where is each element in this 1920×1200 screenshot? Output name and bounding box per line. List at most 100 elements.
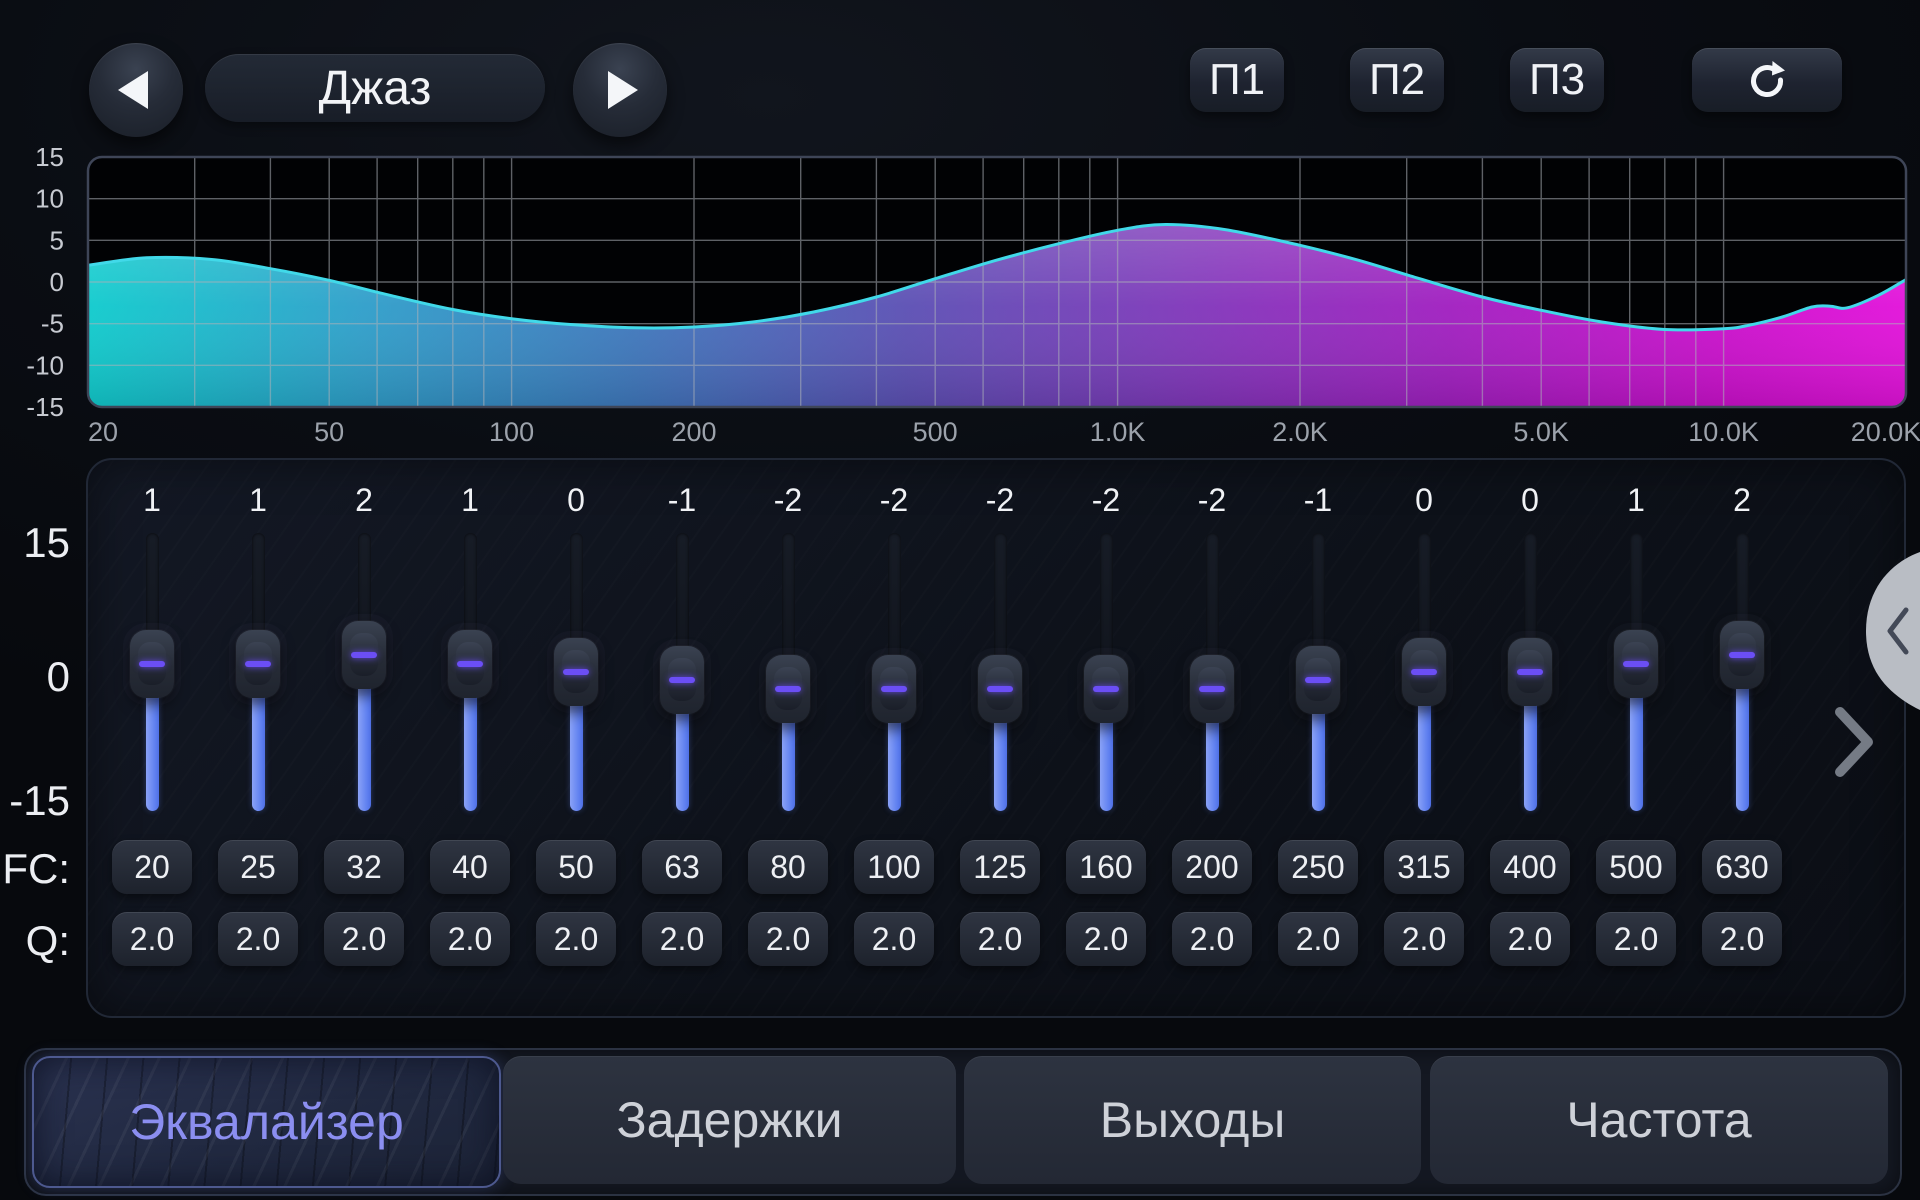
band-q-button[interactable]: 2.0 [748, 912, 828, 966]
band-slider-thumb[interactable] [1508, 638, 1552, 706]
band-gain-label: 0 [531, 482, 621, 519]
x-axis-tick-label: 500 [913, 417, 958, 447]
band-fc-button[interactable]: 50 [536, 840, 616, 894]
band-fc-button[interactable]: 160 [1066, 840, 1146, 894]
band-q-button[interactable]: 2.0 [1596, 912, 1676, 966]
eq-response-graph: 151050-5-10-1520501002005001.0K2.0K5.0K1… [0, 0, 1920, 455]
y-axis-tick-label: -10 [26, 350, 64, 380]
drawer-handle[interactable] [1866, 552, 1920, 710]
tab-delays[interactable]: Задержки [503, 1056, 956, 1184]
scale-label-max: 15 [0, 519, 70, 567]
band-q-button[interactable]: 2.0 [854, 912, 934, 966]
band-slider-thumb[interactable] [130, 630, 174, 698]
x-axis-tick-label: 1.0K [1090, 417, 1146, 447]
fc-row-label: FC: [0, 845, 70, 893]
scale-label-min: -15 [0, 777, 70, 825]
band-q-button[interactable]: 2.0 [1172, 912, 1252, 966]
band-fc-button[interactable]: 315 [1384, 840, 1464, 894]
band-fc-button[interactable]: 200 [1172, 840, 1252, 894]
band-q-button[interactable]: 2.0 [218, 912, 298, 966]
band-q-button[interactable]: 2.0 [536, 912, 616, 966]
band-fc-button[interactable]: 125 [960, 840, 1040, 894]
band-slider-thumb[interactable] [872, 655, 916, 723]
band-fc-button[interactable]: 63 [642, 840, 722, 894]
band-q-button[interactable]: 2.0 [1278, 912, 1358, 966]
band-gain-label: -2 [955, 482, 1045, 519]
y-axis-tick-label: 0 [50, 267, 64, 297]
band-q-button[interactable]: 2.0 [112, 912, 192, 966]
thumb-dash-icon [1411, 669, 1437, 675]
band-fc-button[interactable]: 500 [1596, 840, 1676, 894]
thumb-dash-icon [669, 677, 695, 683]
x-axis-tick-label: 2.0K [1272, 417, 1328, 447]
band-fc-button[interactable]: 100 [854, 840, 934, 894]
band-gain-label: -1 [1273, 482, 1363, 519]
band-slider-thumb[interactable] [448, 630, 492, 698]
band-slider-thumb[interactable] [1614, 630, 1658, 698]
band-slider-thumb[interactable] [1084, 655, 1128, 723]
thumb-dash-icon [1093, 686, 1119, 692]
y-axis-tick-label: 10 [35, 184, 64, 214]
thumb-dash-icon [139, 661, 165, 667]
tab-outputs[interactable]: Выходы [964, 1056, 1421, 1184]
y-axis-tick-label: 5 [50, 225, 64, 255]
x-axis-tick-label: 100 [489, 417, 534, 447]
band-fc-button[interactable]: 32 [324, 840, 404, 894]
y-axis-tick-label: -5 [41, 309, 64, 339]
thumb-dash-icon [1305, 677, 1331, 683]
band-gain-label: 1 [1591, 482, 1681, 519]
band-q-button[interactable]: 2.0 [1066, 912, 1146, 966]
equalizer-screen: Джаз П1 П2 П3 151050-5-10-15205010020050… [0, 0, 1920, 1200]
band-fc-button[interactable]: 250 [1278, 840, 1358, 894]
band-slider-thumb[interactable] [978, 655, 1022, 723]
y-axis-tick-label: -15 [26, 392, 64, 422]
x-axis-tick-label: 20 [88, 417, 118, 447]
thumb-dash-icon [881, 686, 907, 692]
band-slider-thumb[interactable] [1402, 638, 1446, 706]
thumb-dash-icon [1729, 652, 1755, 658]
band-q-button[interactable]: 2.0 [430, 912, 510, 966]
band-q-button[interactable]: 2.0 [960, 912, 1040, 966]
band-fc-button[interactable]: 20 [112, 840, 192, 894]
thumb-dash-icon [775, 686, 801, 692]
band-q-button[interactable]: 2.0 [1490, 912, 1570, 966]
band-gain-label: 1 [425, 482, 515, 519]
band-slider-thumb[interactable] [236, 630, 280, 698]
band-fc-button[interactable]: 25 [218, 840, 298, 894]
band-gain-label: -2 [849, 482, 939, 519]
tab-frequency[interactable]: Частота [1430, 1056, 1888, 1184]
band-gain-label: -2 [1061, 482, 1151, 519]
thumb-dash-icon [563, 669, 589, 675]
band-q-button[interactable]: 2.0 [324, 912, 404, 966]
band-gain-label: -2 [1167, 482, 1257, 519]
y-axis-tick-label: 15 [35, 142, 64, 172]
thumb-dash-icon [457, 661, 483, 667]
band-q-button[interactable]: 2.0 [1702, 912, 1782, 966]
band-gain-label: 2 [319, 482, 409, 519]
band-fc-button[interactable]: 40 [430, 840, 510, 894]
band-gain-label: 2 [1697, 482, 1787, 519]
band-fc-button[interactable]: 630 [1702, 840, 1782, 894]
band-slider-thumb[interactable] [766, 655, 810, 723]
band-slider-thumb[interactable] [1296, 646, 1340, 714]
band-q-button[interactable]: 2.0 [1384, 912, 1464, 966]
band-fc-button[interactable]: 80 [748, 840, 828, 894]
tab-equalizer[interactable]: Эквалайзер [32, 1056, 501, 1188]
thumb-dash-icon [1517, 669, 1543, 675]
band-gain-label: 0 [1485, 482, 1575, 519]
x-axis-tick-label: 5.0K [1513, 417, 1569, 447]
band-slider-thumb[interactable] [342, 621, 386, 689]
x-axis-tick-label: 200 [671, 417, 716, 447]
band-slider-thumb[interactable] [1720, 621, 1764, 689]
band-slider-thumb[interactable] [554, 638, 598, 706]
thumb-dash-icon [1199, 686, 1225, 692]
band-q-button[interactable]: 2.0 [642, 912, 722, 966]
x-axis-tick-label: 10.0K [1688, 417, 1759, 447]
thumb-dash-icon [351, 652, 377, 658]
band-fc-button[interactable]: 400 [1490, 840, 1570, 894]
band-slider-thumb[interactable] [1190, 655, 1234, 723]
band-slider-thumb[interactable] [660, 646, 704, 714]
band-gain-label: 1 [213, 482, 303, 519]
q-row-label: Q: [0, 917, 70, 965]
chevron-right-icon[interactable] [1840, 712, 1868, 772]
